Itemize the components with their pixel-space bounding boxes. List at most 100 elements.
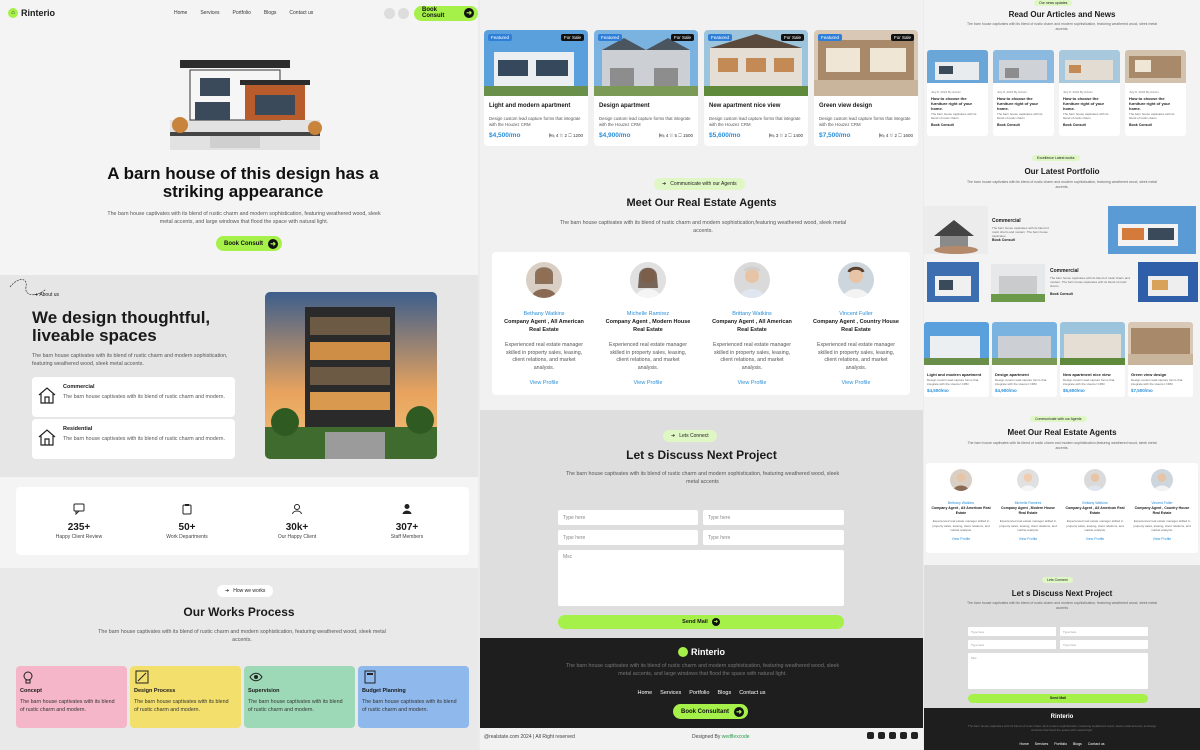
- featured-badge: Featured: [818, 34, 843, 41]
- facebook-icon[interactable]: [867, 732, 874, 739]
- footer-link-blogs[interactable]: Blogs: [717, 690, 731, 696]
- phone-input[interactable]: Type here: [558, 530, 698, 545]
- news-title-text: How to choose the furniture right of you…: [1063, 96, 1105, 111]
- footer-logo[interactable]: Rinterio: [480, 647, 923, 657]
- subject-input-mini[interactable]: Type here: [1060, 640, 1148, 649]
- works-card-supervision[interactable]: Supervision The barn house captivates wi…: [244, 666, 355, 728]
- footer-description-mini: The barn house captivates with its blend…: [967, 724, 1157, 732]
- footer-link-services[interactable]: Services: [660, 690, 681, 696]
- nav-link-blogs[interactable]: Blogs: [264, 10, 277, 16]
- feature-residential[interactable]: Residential The barn house captivates wi…: [32, 419, 235, 459]
- stat-number: 30k+: [285, 522, 309, 533]
- agent-name[interactable]: Bethany Watkins: [928, 501, 994, 505]
- send-mail-button-mini[interactable]: Send Mail: [968, 694, 1148, 703]
- agent-name[interactable]: Michelle Ramirez: [995, 501, 1061, 505]
- hero-book-consult-button[interactable]: Book Consult ➜: [216, 236, 282, 251]
- listing-card[interactable]: Featured For Sale Design apartment Desig…: [594, 30, 698, 146]
- agent-name[interactable]: Vincent Fuller: [1129, 501, 1195, 505]
- designer-link[interactable]: wedflexcode: [722, 734, 750, 740]
- footer-link-blogs[interactable]: Blogs: [1073, 742, 1082, 746]
- house-icon: [38, 387, 56, 404]
- portfolio-pill: Excellence Latest works: [1032, 155, 1080, 161]
- footer-link-portfolio[interactable]: Portfolio: [1054, 742, 1067, 746]
- x-icon[interactable]: [911, 732, 918, 739]
- listing-card[interactable]: Featured For Sale Light and modern apart…: [484, 30, 588, 146]
- send-mail-button[interactable]: Send Mail ➜: [558, 615, 844, 629]
- hero-description: The barn house captivates with its blend…: [107, 211, 381, 225]
- agent-name[interactable]: Vincent Fuller: [804, 311, 908, 317]
- view-profile-link[interactable]: View Profile: [596, 380, 700, 386]
- social-icons: [867, 732, 918, 739]
- news-link[interactable]: Book Consult: [1125, 120, 1186, 127]
- news-card[interactable]: July 8, 2024 By Admin How to choose the …: [993, 50, 1054, 136]
- name-input-mini[interactable]: Type here: [968, 627, 1056, 636]
- listing-card[interactable]: Featured For Sale New apartment nice vie…: [704, 30, 808, 146]
- works-card-concept[interactable]: Concept The barn house captivates with i…: [16, 666, 127, 728]
- news-link[interactable]: Book Consult: [1059, 120, 1120, 127]
- footer-link-contact[interactable]: Contact us: [1088, 742, 1105, 746]
- portfolio-image: [1138, 262, 1198, 302]
- email-input[interactable]: Type here: [703, 510, 844, 525]
- footer-link-contact[interactable]: Contact us: [739, 690, 765, 696]
- portfolio-item-link[interactable]: Book Consult: [1050, 292, 1073, 296]
- listing-card[interactable]: Featured For Sale Green view design Desi…: [814, 30, 918, 146]
- agent-name[interactable]: Bethany Watkins: [492, 311, 596, 317]
- email-input-mini[interactable]: Type here: [1060, 627, 1148, 636]
- agent-role: Company Agent , All American Real Estate: [1065, 506, 1125, 515]
- about-title: We design thoughtful, liveable spaces: [32, 308, 211, 345]
- news-card[interactable]: July 8, 2024 By Admin How to choose the …: [927, 50, 988, 136]
- nav-link-portfolio[interactable]: Portfolio: [233, 10, 251, 16]
- subject-input[interactable]: Type here: [703, 530, 844, 545]
- nav-link-contact[interactable]: Contact us: [289, 10, 313, 16]
- logo-icon: [677, 647, 688, 657]
- avatar: [1151, 469, 1173, 491]
- works-card-budget-planning[interactable]: Budget Planning The barn house captivate…: [358, 666, 469, 728]
- feature-commercial[interactable]: Commercial The barn house captivates wit…: [32, 377, 235, 417]
- view-profile-link[interactable]: View Profile: [1129, 537, 1195, 541]
- nav-link-services[interactable]: Services: [200, 10, 219, 16]
- footer-link-services[interactable]: Services: [1035, 742, 1048, 746]
- pinterest-icon[interactable]: [900, 732, 907, 739]
- works-card-design-process[interactable]: Design Process The barn house captivates…: [130, 666, 241, 728]
- linkedin-icon[interactable]: [889, 732, 896, 739]
- footer-link-home[interactable]: Home: [1019, 742, 1028, 746]
- news-card[interactable]: July 8, 2024 By Admin How to choose the …: [1125, 50, 1186, 136]
- search-icon[interactable]: [384, 7, 395, 19]
- view-profile-link[interactable]: View Profile: [1062, 537, 1128, 541]
- message-textarea-mini[interactable]: Msc: [968, 653, 1148, 689]
- instagram-icon[interactable]: [878, 732, 885, 739]
- agent-card: Michelle Ramirez Company Agent , Modern …: [596, 262, 700, 386]
- works-card-title: Supervision: [248, 688, 280, 694]
- footer-link-portfolio[interactable]: Portfolio: [689, 690, 709, 696]
- contact-description: The barn house captivates with its blend…: [565, 471, 840, 485]
- cart-icon[interactable]: [398, 7, 409, 19]
- listing-title: New apartment nice view: [1063, 372, 1111, 377]
- view-profile-link[interactable]: View Profile: [804, 380, 908, 386]
- logo[interactable]: ⌂ Rinterio: [8, 8, 55, 18]
- news-link[interactable]: Book Consult: [993, 120, 1054, 127]
- agent-name[interactable]: Brittany Watkins: [700, 311, 804, 317]
- nav-link-home[interactable]: Home: [174, 10, 187, 16]
- view-profile-link[interactable]: View Profile: [700, 380, 804, 386]
- view-profile-link[interactable]: View Profile: [492, 380, 596, 386]
- news-link[interactable]: Book Consult: [927, 120, 988, 127]
- listing-card-mini[interactable]: Light and modern apartment Design custom…: [924, 322, 989, 397]
- view-profile-link[interactable]: View Profile: [995, 537, 1061, 541]
- portfolio-item-link[interactable]: Book Consult: [992, 238, 1015, 242]
- book-consultant-button[interactable]: Book Consultant ➜: [673, 704, 748, 719]
- listing-card-mini[interactable]: New apartment nice view Design custom le…: [1060, 322, 1125, 397]
- view-profile-link[interactable]: View Profile: [928, 537, 994, 541]
- listing-card-mini[interactable]: Design apartment Design custom lead capt…: [992, 322, 1057, 397]
- book-consult-button[interactable]: Book Consult ➜: [414, 5, 478, 21]
- listing-meta: 🛏 3 ⛆ 2 ⬚ 1400: [768, 133, 803, 138]
- agent-name[interactable]: Brittany Watkins: [1062, 501, 1128, 505]
- agent-role: Company Agent , Country House Real Estat…: [813, 319, 899, 333]
- agent-name[interactable]: Michelle Ramirez: [596, 311, 700, 317]
- works-card-title: Budget Planning: [362, 688, 406, 694]
- phone-input-mini[interactable]: Type here: [968, 640, 1056, 649]
- footer-link-home[interactable]: Home: [637, 690, 652, 696]
- news-card[interactable]: July 8, 2024 By Admin How to choose the …: [1059, 50, 1120, 136]
- listing-card-mini[interactable]: Green view design Design custom lead cap…: [1128, 322, 1193, 397]
- name-input[interactable]: Type here: [558, 510, 698, 525]
- message-textarea[interactable]: Msc: [558, 550, 844, 606]
